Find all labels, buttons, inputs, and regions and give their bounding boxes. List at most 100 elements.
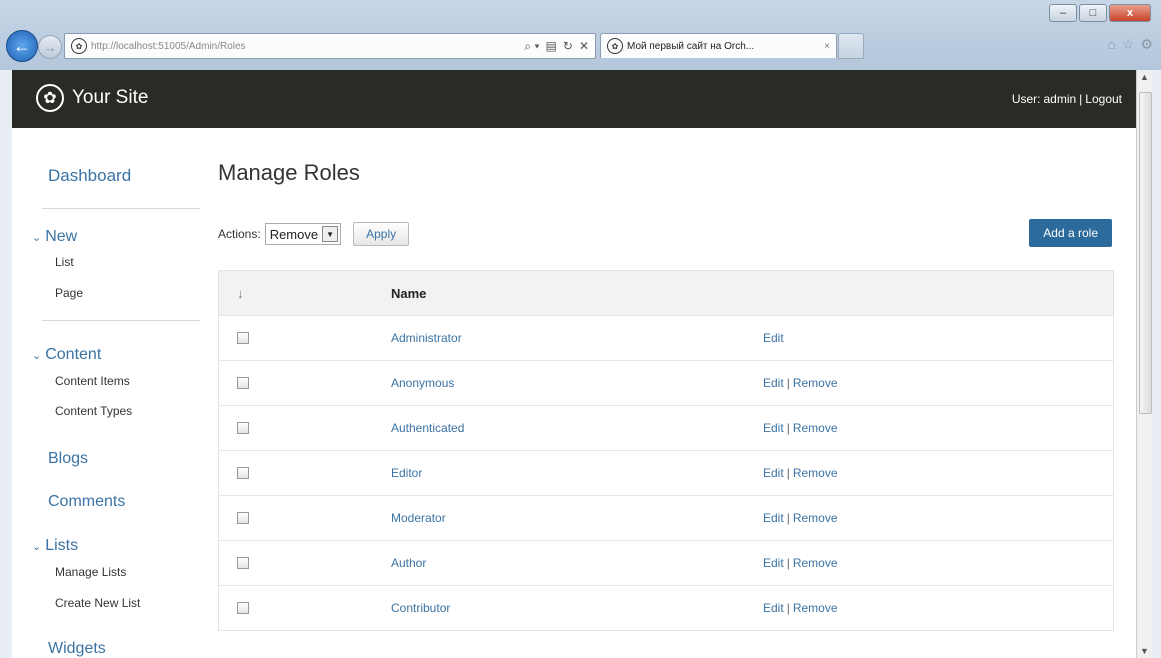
user-area: User: admin | Logout <box>1012 92 1122 106</box>
settings-gear-icon[interactable]: ⚙ <box>1140 36 1153 53</box>
row-checkbox[interactable] <box>237 467 249 479</box>
table-row: Anonymous Edit | Remove <box>219 360 1113 405</box>
row-actions: Edit | Remove <box>763 556 1113 570</box>
row-actions: Edit | Remove <box>763 601 1113 615</box>
scroll-down-icon[interactable]: ▼ <box>1140 646 1149 656</box>
row-checkbox[interactable] <box>237 602 249 614</box>
remove-link[interactable]: Remove <box>793 466 838 480</box>
user-separator: | <box>1079 92 1083 106</box>
back-button[interactable]: ← <box>6 30 38 62</box>
sidebar-group-content[interactable]: ⌄ Content <box>32 346 101 364</box>
site-header: ✿ Your Site User: admin | Logout <box>12 70 1136 128</box>
minimize-button[interactable]: – <box>1049 4 1077 22</box>
sidebar-item-comments[interactable]: Comments <box>48 493 125 511</box>
page-scrollbar[interactable]: ▲ ▼ <box>1136 70 1153 658</box>
remove-link[interactable]: Remove <box>793 421 838 435</box>
scroll-thumb[interactable] <box>1139 92 1152 414</box>
row-select-cell <box>219 602 391 614</box>
row-checkbox[interactable] <box>237 332 249 344</box>
sidebar-item-widgets[interactable]: Widgets <box>48 640 106 658</box>
browser-tab[interactable]: ✿ Мой первый сайт на Orch... × <box>600 33 837 58</box>
role-name-link[interactable]: Author <box>391 556 763 570</box>
action-separator: | <box>786 466 790 480</box>
browser-navbar: ← → ✿ http://localhost:51005/Admin/Roles… <box>0 24 1161 70</box>
home-icon[interactable]: ⌂ <box>1107 36 1115 53</box>
refresh-icon[interactable]: ↻ <box>563 39 573 54</box>
sort-arrow-icon[interactable]: ↓ <box>219 286 391 301</box>
tab-favicon-icon: ✿ <box>607 38 623 54</box>
sidebar-item-content-types[interactable]: Content Types <box>55 404 132 418</box>
tab-close-icon[interactable]: × <box>824 41 836 52</box>
edit-link[interactable]: Edit <box>763 466 784 480</box>
chevron-down-icon: ⌄ <box>32 232 42 244</box>
stop-icon[interactable]: ✕ <box>579 39 589 54</box>
action-separator: | <box>786 556 790 570</box>
action-separator: | <box>786 376 790 390</box>
sidebar-group-new[interactable]: ⌄ New <box>32 228 77 246</box>
sidebar-item-manage-lists[interactable]: Manage Lists <box>55 565 126 579</box>
row-checkbox[interactable] <box>237 512 249 524</box>
search-icon[interactable]: ⌕ ▾ <box>524 39 539 54</box>
edit-link[interactable]: Edit <box>763 376 784 390</box>
maximize-button[interactable]: □ <box>1079 4 1107 22</box>
address-url[interactable]: http://localhost:51005/Admin/Roles <box>91 41 524 52</box>
sidebar-divider <box>42 208 200 209</box>
roles-table: ↓ Name Administrator Edit Anonymous Edit | Re… <box>218 270 1114 631</box>
column-header-name[interactable]: Name <box>391 286 763 301</box>
row-checkbox[interactable] <box>237 377 249 389</box>
edit-link[interactable]: Edit <box>763 421 784 435</box>
row-select-cell <box>219 512 391 524</box>
role-name-link[interactable]: Authenticated <box>391 421 763 435</box>
sidebar-item-dashboard[interactable]: Dashboard <box>48 166 131 186</box>
row-select-cell <box>219 557 391 569</box>
new-tab-button[interactable] <box>838 33 864 59</box>
browser-toolbar-icons: ⌂ ☆ ⚙ <box>1107 36 1153 53</box>
sidebar-group-lists[interactable]: ⌄ Lists <box>32 537 78 555</box>
remove-link[interactable]: Remove <box>793 556 838 570</box>
row-actions: Edit | Remove <box>763 421 1113 435</box>
address-bar[interactable]: ✿ http://localhost:51005/Admin/Roles ⌕ ▾… <box>64 33 596 59</box>
edit-link[interactable]: Edit <box>763 511 784 525</box>
row-select-cell <box>219 377 391 389</box>
forward-arrow-icon: → <box>43 39 57 55</box>
sidebar-item-blogs[interactable]: Blogs <box>48 450 88 468</box>
site-name[interactable]: Your Site <box>72 87 148 109</box>
window-controls: – □ x <box>1049 4 1151 22</box>
sidebar-item-create-new-list[interactable]: Create New List <box>55 596 140 610</box>
favorites-star-icon[interactable]: ☆ <box>1122 36 1135 53</box>
row-select-cell <box>219 422 391 434</box>
sidebar-item-page[interactable]: Page <box>55 286 83 300</box>
user-name-link[interactable]: admin <box>1043 92 1076 106</box>
sidebar-item-content-items[interactable]: Content Items <box>55 374 130 388</box>
close-window-button[interactable]: x <box>1109 4 1151 22</box>
row-actions: Edit | Remove <box>763 466 1113 480</box>
row-checkbox[interactable] <box>237 557 249 569</box>
role-name-link[interactable]: Contributor <box>391 601 763 615</box>
compatibility-icon[interactable]: ▤ <box>546 39 557 54</box>
bulk-actions: Actions: Remove ▼ Apply <box>218 222 410 246</box>
role-name-link[interactable]: Administrator <box>391 331 763 345</box>
main-content: Manage Roles Actions: Remove ▼ Apply Add… <box>218 128 1118 658</box>
edit-link[interactable]: Edit <box>763 601 784 615</box>
scroll-up-icon[interactable]: ▲ <box>1140 72 1149 82</box>
sidebar-group-label: Content <box>45 346 102 363</box>
edit-link[interactable]: Edit <box>763 556 784 570</box>
sidebar-group-label: Lists <box>45 537 79 554</box>
sidebar-divider <box>42 320 200 321</box>
remove-link[interactable]: Remove <box>793 376 838 390</box>
add-role-button[interactable]: Add a role <box>1029 219 1112 247</box>
remove-link[interactable]: Remove <box>793 511 838 525</box>
edit-link[interactable]: Edit <box>763 331 784 345</box>
row-checkbox[interactable] <box>237 422 249 434</box>
role-name-link[interactable]: Moderator <box>391 511 763 525</box>
logout-link[interactable]: Logout <box>1085 92 1122 106</box>
role-name-link[interactable]: Editor <box>391 466 763 480</box>
remove-link[interactable]: Remove <box>793 601 838 615</box>
forward-button[interactable]: → <box>38 35 62 59</box>
sidebar-item-list[interactable]: List <box>55 255 74 269</box>
apply-button[interactable]: Apply <box>353 222 410 246</box>
actions-select[interactable]: Remove ▼ <box>264 223 342 245</box>
table-row: Contributor Edit | Remove <box>219 585 1113 630</box>
role-name-link[interactable]: Anonymous <box>391 376 763 390</box>
site-logo-icon[interactable]: ✿ <box>36 84 64 112</box>
